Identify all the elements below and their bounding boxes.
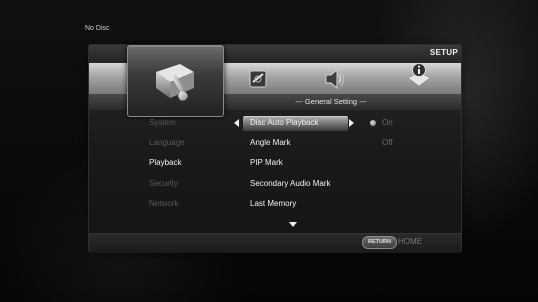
disc-status-text: No Disc: [85, 25, 110, 32]
info-icon[interactable]: [405, 62, 433, 92]
option-pip-mark[interactable]: PIP Mark: [250, 156, 283, 170]
sidebar-item-system[interactable]: System: [149, 116, 176, 130]
radio-selected-icon[interactable]: [370, 120, 376, 126]
option-secondary-audio-mark[interactable]: Secondary Audio Mark: [250, 177, 331, 191]
setup-screen: No Disc SETUP --- General Setting --- Sy…: [0, 0, 538, 302]
section-title: --- General Setting ---: [295, 97, 367, 106]
value-on[interactable]: On: [382, 116, 393, 130]
left-arrow-icon[interactable]: [234, 119, 239, 127]
return-button[interactable]: RETURN: [362, 236, 397, 249]
sidebar-item-security[interactable]: Security: [149, 177, 178, 191]
speaker-icon[interactable]: [322, 66, 346, 92]
option-angle-mark[interactable]: Angle Mark: [250, 136, 290, 150]
sidebar-item-language[interactable]: Language: [149, 136, 185, 150]
sidebar-item-network[interactable]: Network: [149, 197, 178, 211]
scroll-down-icon[interactable]: [289, 222, 297, 227]
setup-title: SETUP: [429, 48, 458, 57]
home-label: HOME: [398, 237, 422, 246]
value-off[interactable]: Off: [382, 136, 393, 150]
right-arrow-icon[interactable]: [349, 119, 354, 127]
option-last-memory[interactable]: Last Memory: [250, 197, 296, 211]
sidebar-item-playback[interactable]: Playback: [149, 156, 181, 170]
option-disc-auto-playback[interactable]: Disc Auto Playback: [250, 116, 318, 130]
tools-icon[interactable]: [150, 58, 200, 104]
disc-icon[interactable]: [247, 68, 269, 90]
